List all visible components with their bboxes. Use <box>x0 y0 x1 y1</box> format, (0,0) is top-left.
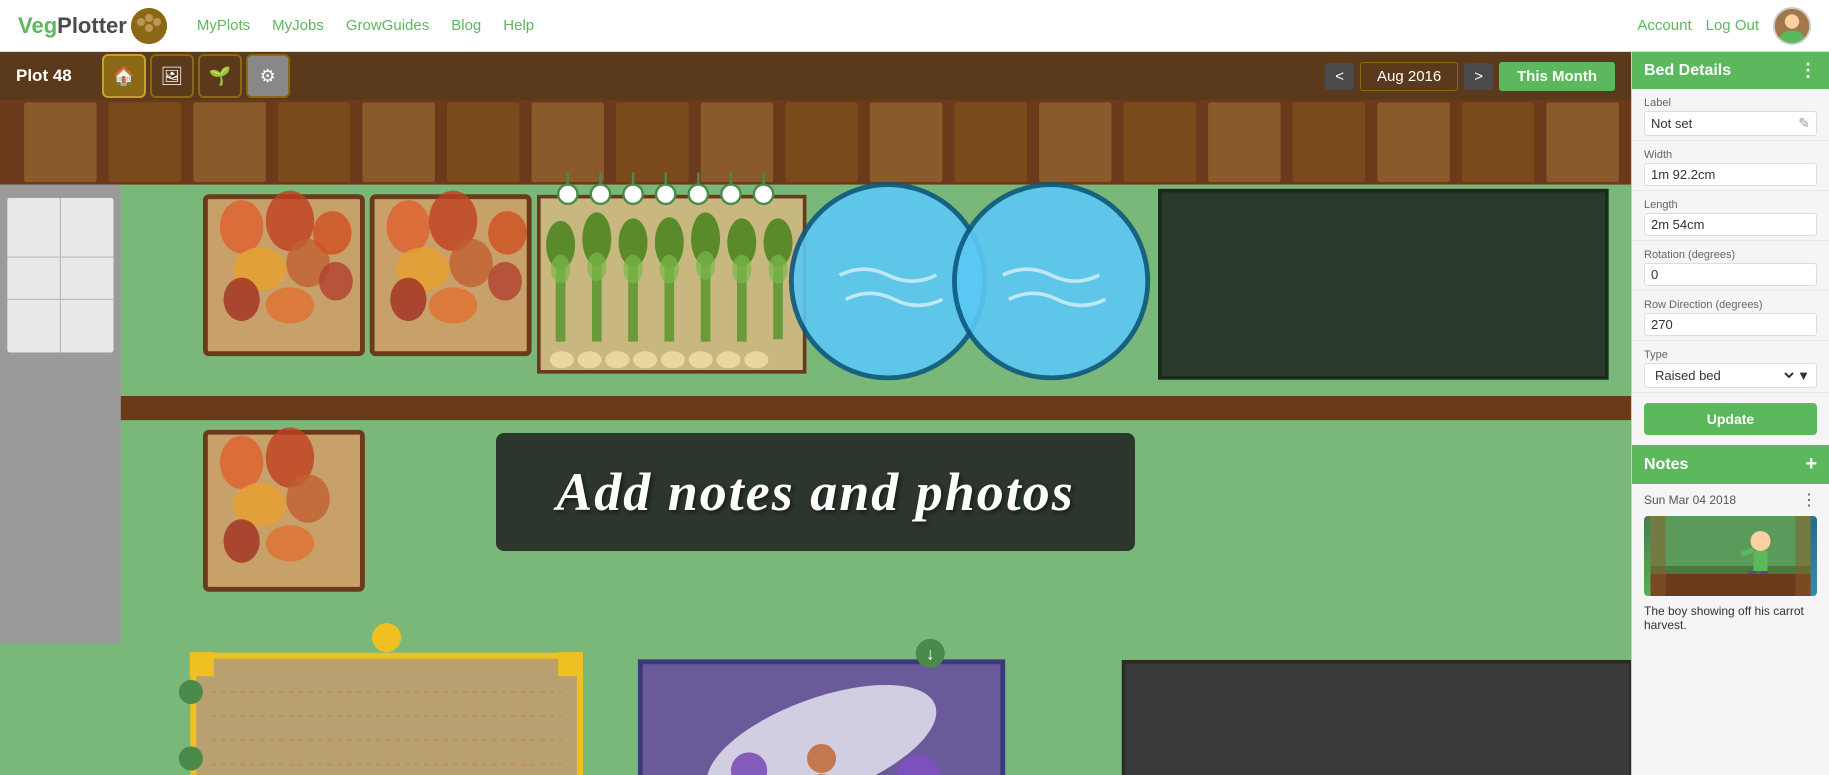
notes-title: Notes <box>1644 456 1688 474</box>
toolbar-icons: 🏠 🖼 🌱 ⚙ <box>102 54 290 98</box>
account-link[interactable]: Account <box>1637 17 1691 34</box>
logo[interactable]: VegPlotter <box>18 8 167 44</box>
settings-icon-btn[interactable]: ⚙ <box>246 54 290 98</box>
logout-link[interactable]: Log Out <box>1706 17 1759 34</box>
row-direction-field-label: Row Direction (degrees) <box>1644 299 1817 311</box>
rotation-field-label: Rotation (degrees) <box>1644 249 1817 261</box>
add-note-btn[interactable]: + <box>1805 453 1817 476</box>
length-field-label: Length <box>1644 199 1817 211</box>
length-field-value: 2m 54cm <box>1644 213 1817 236</box>
width-row: Width 1m 92.2cm <box>1632 141 1829 191</box>
notes-header: Notes + <box>1632 445 1829 484</box>
type-row: Type Raised bed ▼ <box>1632 341 1829 393</box>
this-month-btn[interactable]: This Month <box>1499 62 1615 91</box>
row-direction-field-value: 270 <box>1644 313 1817 336</box>
home-icon-btn[interactable]: 🏠 <box>102 54 146 98</box>
logo-icon <box>131 8 167 44</box>
main-content: Plot 48 🏠 🖼 🌱 ⚙ < Aug 2016 > This Month <box>0 52 1829 775</box>
image-icon-btn[interactable]: 🖼 <box>150 54 194 98</box>
prev-month-btn[interactable]: < <box>1325 63 1354 90</box>
app-header: VegPlotter MyPlots MyJobs GrowGuides Blo… <box>0 0 1829 52</box>
type-field-value[interactable]: Raised bed ▼ <box>1644 363 1817 388</box>
rotation-row: Rotation (degrees) 0 <box>1632 241 1829 291</box>
plot-toolbar: Plot 48 🏠 🖼 🌱 ⚙ < Aug 2016 > This Month <box>0 52 1631 100</box>
header-right: Account Log Out <box>1637 7 1811 45</box>
logo-text: VegPlotter <box>18 13 127 39</box>
svg-text:↓: ↓ <box>926 644 934 663</box>
main-nav: MyPlots MyJobs GrowGuides Blog Help <box>197 17 534 34</box>
avatar[interactable] <box>1773 7 1811 45</box>
nav-help[interactable]: Help <box>503 17 534 34</box>
row-direction-row: Row Direction (degrees) 270 <box>1632 291 1829 341</box>
garden-canvas[interactable]: ↓ Add notes and photos <box>0 100 1631 775</box>
note-photo[interactable] <box>1644 516 1817 596</box>
width-field-value: 1m 92.2cm <box>1644 163 1817 186</box>
note-date: Sun Mar 04 2018 ⋮ <box>1632 484 1829 512</box>
note-caption: The boy showing off his carrot harvest. <box>1632 600 1829 640</box>
label-field-value[interactable]: Not set ✎ <box>1644 111 1817 136</box>
next-month-btn[interactable]: > <box>1464 63 1493 90</box>
label-field-label: Label <box>1644 97 1817 109</box>
width-field-label: Width <box>1644 149 1817 161</box>
nav-myplots[interactable]: MyPlots <box>197 17 250 34</box>
update-button[interactable]: Update <box>1644 403 1817 435</box>
length-row: Length 2m 54cm <box>1632 191 1829 241</box>
note-date-text: Sun Mar 04 2018 <box>1644 493 1736 507</box>
nav-blog[interactable]: Blog <box>451 17 481 34</box>
bed-details-menu-icon[interactable]: ⋮ <box>1799 60 1817 81</box>
nav-growguides[interactable]: GrowGuides <box>346 17 429 34</box>
plot-area: Plot 48 🏠 🖼 🌱 ⚙ < Aug 2016 > This Month <box>0 52 1631 775</box>
label-row: Label Not set ✎ <box>1632 89 1829 141</box>
nav-myjobs[interactable]: MyJobs <box>272 17 324 34</box>
details-panel: Bed Details ⋮ Label Not set ✎ Width 1m 9… <box>1631 52 1829 775</box>
plot-title: Plot 48 <box>16 66 72 86</box>
plant-icon-btn[interactable]: 🌱 <box>198 54 242 98</box>
type-select[interactable]: Raised bed <box>1651 367 1797 384</box>
garden-svg: ↓ <box>0 100 1631 775</box>
month-display: Aug 2016 <box>1360 62 1458 91</box>
type-field-label: Type <box>1644 349 1817 361</box>
bed-details-title: Bed Details <box>1644 62 1731 80</box>
bed-details-header: Bed Details ⋮ <box>1632 52 1829 89</box>
month-nav: < Aug 2016 > This Month <box>1325 62 1615 91</box>
rotation-field-value: 0 <box>1644 263 1817 286</box>
note-menu-icon[interactable]: ⋮ <box>1801 490 1817 510</box>
